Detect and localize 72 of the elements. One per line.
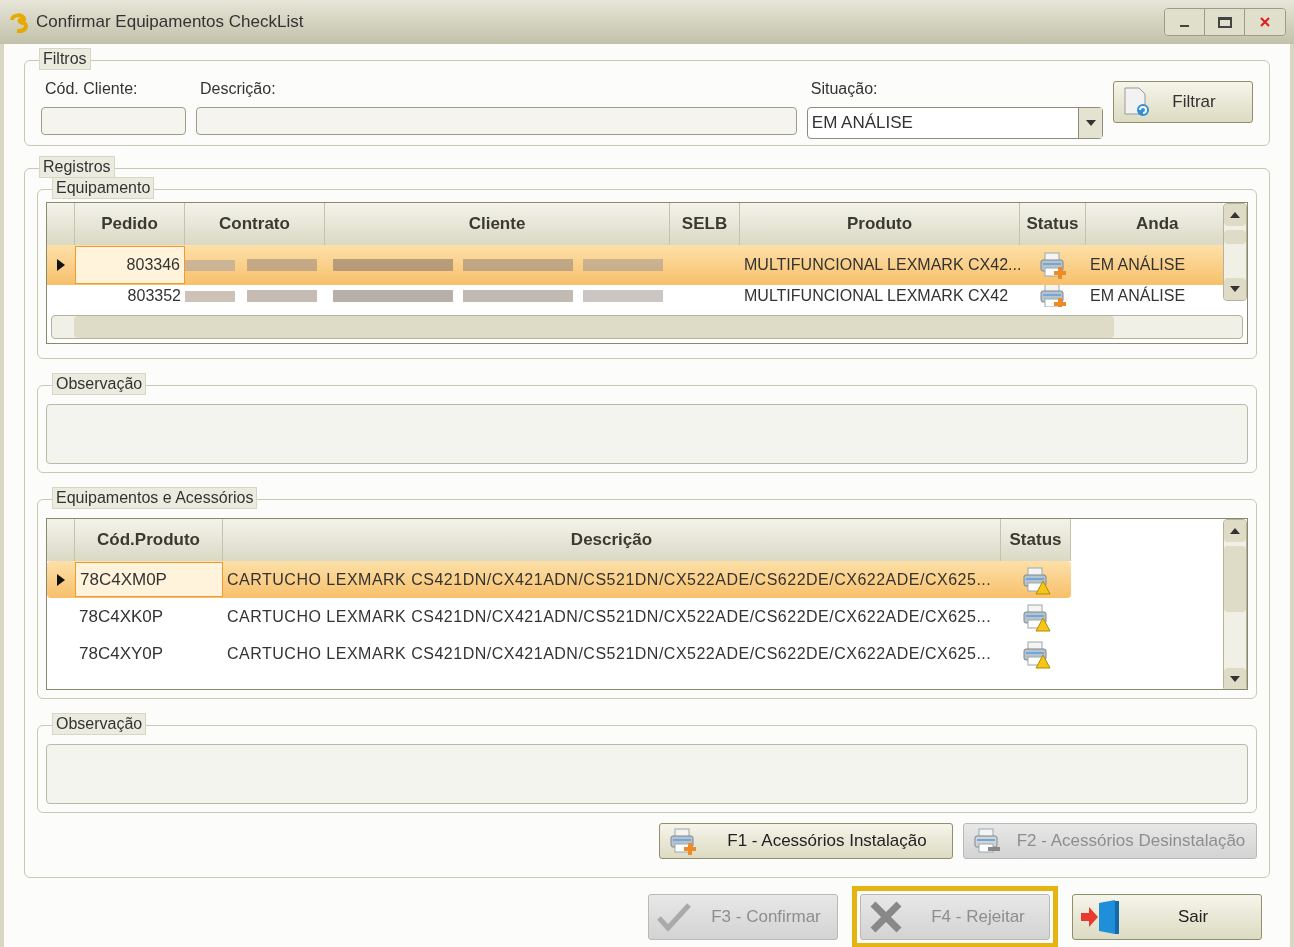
printer-plus-icon [1038, 285, 1068, 307]
action-button[interactable]: Sair [1072, 894, 1262, 940]
field-label: Situação: [810, 79, 879, 99]
table-cell: 803346 [75, 246, 185, 284]
close-button[interactable] [1245, 9, 1285, 35]
column-header[interactable]: Descrição [223, 519, 1001, 561]
table-cell-text: MULTIFUNCIONAL LEXMARK CX42... [743, 255, 1020, 275]
group-legend: Equipamento [52, 177, 155, 199]
column-header[interactable]: Status [1020, 203, 1086, 245]
vertical-scrollbar[interactable] [1223, 519, 1247, 689]
field-label: Descrição: [200, 79, 277, 99]
maximize-button[interactable] [1205, 9, 1245, 35]
scrollbar-thumb[interactable] [1224, 230, 1246, 244]
column-header[interactable]: Pedido [75, 203, 185, 245]
action-button[interactable]: F1 - Acessórios Instalação [659, 823, 953, 859]
group-legend: Observação [52, 713, 147, 735]
column-header[interactable]: Anda [1086, 203, 1223, 245]
column-header[interactable]: Contrato [185, 203, 325, 245]
scroll-up-icon[interactable] [1230, 212, 1240, 218]
scroll-down-icon[interactable] [1230, 286, 1240, 292]
table-row[interactable]: 78C4XK0P CARTUCHO LEXMARK CS421DN/CX421ADN/CS521DN/CX522ADE/CS622DE/CX622ADE/CX625... [47, 598, 1071, 635]
exit-door-icon [1081, 899, 1121, 935]
group-legend: Registros [39, 156, 115, 178]
table-cell-text: CARTUCHO LEXMARK CS421DN/CX421ADN/CS521DN/CX522ADE/CS622DE/CX622ADE/CX625... [226, 606, 993, 627]
scrollbar-thumb[interactable] [1224, 546, 1246, 612]
table-cell-text: CARTUCHO LEXMARK CS421DN/CX421ADN/CS521DN/CX522ADE/CS622DE/CX622ADE/CX625... [226, 643, 993, 664]
column-header[interactable]: Status [1001, 519, 1071, 561]
table-row[interactable]: 803352 MULTIFUNCIONAL LEXMARK CX42 EM ANÁLISE [47, 285, 1223, 307]
dropdown-arrow-icon [1085, 120, 1096, 126]
printer-warning-icon [1021, 601, 1051, 632]
client-code-field[interactable] [41, 107, 186, 135]
check-icon [657, 902, 691, 932]
column-header[interactable]: SELB [670, 203, 740, 245]
table-cell-text: CARTUCHO LEXMARK CS421DN/CX421ADN/CS521DN/CX522ADE/CS622DE/CX622ADE/CX625... [226, 569, 993, 590]
printer-warning-icon [1021, 564, 1051, 595]
header-corner [47, 203, 75, 245]
printer-plus-icon [1038, 250, 1068, 280]
observation-field[interactable] [46, 744, 1248, 804]
field-label: Cód. Cliente: [45, 79, 139, 99]
column-header[interactable]: Cód.Produto [75, 519, 223, 561]
table-cell-text: EM ANÁLISE [1089, 254, 1186, 275]
scroll-up-icon[interactable] [1230, 528, 1240, 534]
printer-minus-icon [972, 826, 1002, 856]
vertical-scrollbar[interactable] [1223, 203, 1247, 301]
table-cell-text: 78C4XY0P [78, 642, 165, 665]
table-row[interactable]: 803346 MULTIFUNCIONAL LEXMARK CX42... EM ANÁLISE [47, 245, 1223, 285]
group-legend: Filtros [39, 48, 91, 70]
table-row[interactable]: 78C4XM0P CARTUCHO LEXMARK CS421DN/CX421ADN/CS521DN/CX522ADE/CS622DE/CX622ADE/CX625... [47, 561, 1071, 598]
table-cell-text: 803352 [126, 286, 182, 306]
printer-warning-icon [1021, 638, 1051, 669]
close-icon [1259, 16, 1271, 28]
table-cell-text: MULTIFUNCIONAL LEXMARK CX42 [743, 286, 1010, 306]
scroll-down-icon[interactable] [1230, 676, 1240, 682]
row-pointer-icon [57, 573, 65, 586]
horizontal-scrollbar[interactable] [51, 315, 1243, 339]
table-row[interactable]: 78C4XY0P CARTUCHO LEXMARK CS421DN/CX421ADN/CS521DN/CX522ADE/CS622DE/CX622ADE/CX625... [47, 635, 1071, 672]
filter-button[interactable]: Filtrar [1113, 81, 1253, 123]
header-corner [47, 519, 75, 561]
column-header[interactable]: Produto [740, 203, 1020, 245]
column-header[interactable]: Cliente [325, 203, 670, 245]
row-pointer-icon [57, 259, 65, 271]
description-field[interactable] [196, 107, 797, 135]
table-cell: 78C4XM0P [75, 562, 223, 597]
window-title: Confirmar Equipamentos CheckList [36, 11, 304, 34]
printer-plus-icon [668, 826, 698, 856]
group-legend: Equipamentos e Acessórios [52, 487, 258, 509]
table-cell-text: EM ANÁLISE [1089, 285, 1186, 306]
status-dropdown[interactable]: EM ANÁLISE [806, 107, 1104, 139]
cross-icon [869, 901, 903, 933]
observation-field[interactable] [46, 404, 1248, 464]
group-legend: Observação [52, 373, 147, 395]
table-cell-text: 78C4XK0P [78, 605, 165, 628]
